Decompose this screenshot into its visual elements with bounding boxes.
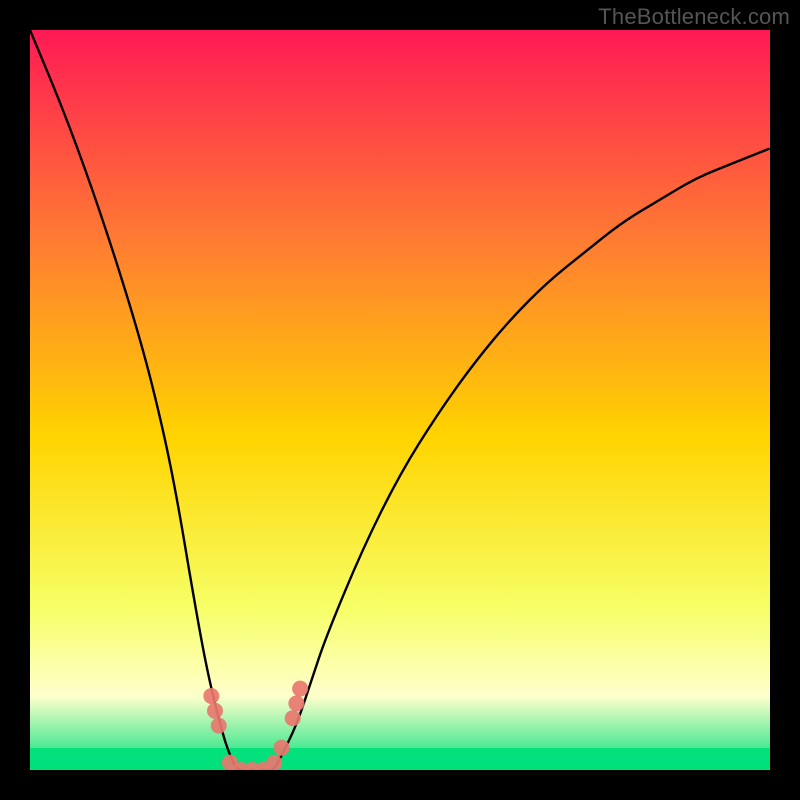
data-marker [207, 703, 223, 719]
green-baseline-band [30, 748, 770, 770]
data-marker [266, 755, 282, 770]
data-marker [288, 695, 304, 711]
chart-frame: TheBottleneck.com [0, 0, 800, 800]
watermark-text: TheBottleneck.com [598, 4, 790, 30]
data-marker [274, 740, 290, 756]
data-marker [211, 718, 227, 734]
bottleneck-plot [30, 30, 770, 770]
plot-svg [30, 30, 770, 770]
data-marker [285, 710, 301, 726]
data-marker [203, 688, 219, 704]
gradient-background [30, 30, 770, 770]
data-marker [292, 681, 308, 697]
